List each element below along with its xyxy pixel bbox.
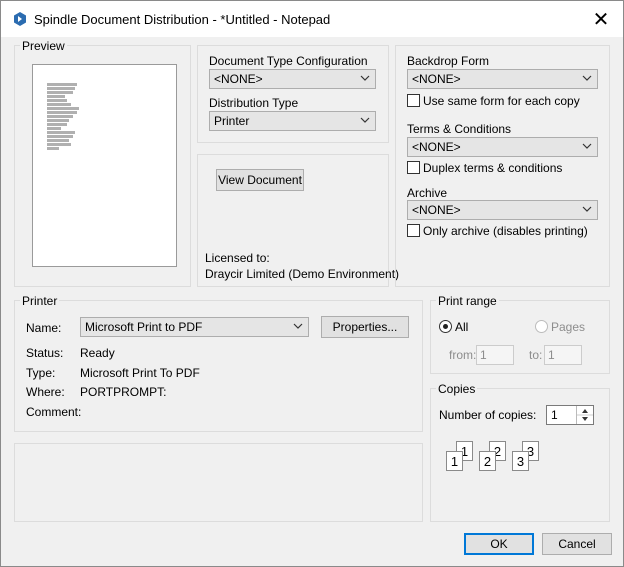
document-preview-thumbnail xyxy=(32,64,177,267)
printer-name-select[interactable]: Microsoft Print to PDF xyxy=(80,317,309,337)
print-range-group-label: Print range xyxy=(436,294,499,308)
licensed-to-label: Licensed to: xyxy=(205,251,270,265)
spin-up-down-icon xyxy=(577,409,593,421)
dialog-window: Spindle Document Distribution - *Untitle… xyxy=(0,0,624,567)
printer-group-label: Printer xyxy=(20,294,60,308)
view-document-button[interactable]: View Document xyxy=(216,169,304,191)
backdrop-form-select[interactable]: <NONE> xyxy=(407,69,598,89)
doc-type-config-value: <NONE> xyxy=(214,72,263,86)
spin-arrows[interactable] xyxy=(576,406,593,424)
doc-type-config-select[interactable]: <NONE> xyxy=(209,69,376,89)
empty-panel xyxy=(14,443,423,522)
archive-label: Archive xyxy=(407,186,448,200)
chevron-down-icon xyxy=(582,75,592,81)
from-label: from: xyxy=(449,348,477,362)
number-of-copies-label: Number of copies: xyxy=(439,408,537,422)
copies-group-label: Copies xyxy=(436,382,478,396)
archive-select[interactable]: <NONE> xyxy=(407,200,598,220)
window-title: Spindle Document Distribution - *Untitle… xyxy=(34,12,331,27)
distribution-type-value: Printer xyxy=(214,114,250,128)
printer-status-value: Ready xyxy=(80,346,115,360)
number-of-copies-input[interactable]: 1 xyxy=(546,405,594,425)
terms-label: Terms & Conditions xyxy=(407,122,512,136)
duplex-terms-label: Duplex terms & conditions xyxy=(423,161,563,175)
printer-where-value: PORTPROMPT: xyxy=(80,385,167,399)
print-range-all-radio[interactable] xyxy=(439,320,452,333)
backdrop-form-label: Backdrop Form xyxy=(407,54,490,68)
spindle-app-icon xyxy=(14,12,26,26)
printer-name-label: Name: xyxy=(26,321,62,335)
collate-sheet: 2 xyxy=(479,451,496,471)
ok-button[interactable]: OK xyxy=(464,533,534,555)
print-range-pages-label: Pages xyxy=(551,320,586,334)
to-page-input[interactable]: 1 xyxy=(544,345,582,365)
title-bar: Spindle Document Distribution - *Untitle… xyxy=(1,1,623,37)
preview-group-label: Preview xyxy=(20,39,67,53)
duplex-terms-checkbox[interactable] xyxy=(407,161,420,174)
print-range-pages-radio[interactable] xyxy=(535,320,548,333)
number-of-copies-value: 1 xyxy=(551,408,558,422)
chevron-down-icon xyxy=(582,143,592,149)
collate-sheet: 1 xyxy=(446,451,463,471)
chevron-down-icon xyxy=(360,75,370,81)
backdrop-form-value: <NONE> xyxy=(412,72,461,86)
close-button[interactable]: ✕ xyxy=(588,6,614,32)
doc-type-config-label: Document Type Configuration xyxy=(209,54,368,68)
archive-value: <NONE> xyxy=(412,203,461,217)
printer-name-value: Microsoft Print to PDF xyxy=(85,320,203,334)
printer-properties-button[interactable]: Properties... xyxy=(321,316,409,338)
print-range-group xyxy=(430,300,610,374)
cancel-button[interactable]: Cancel xyxy=(542,533,612,555)
print-range-all-label: All xyxy=(455,320,469,334)
terms-value: <NONE> xyxy=(412,140,461,154)
same-form-checkbox[interactable] xyxy=(407,94,420,107)
distribution-type-select[interactable]: Printer xyxy=(209,111,376,131)
preview-text-lines xyxy=(47,83,79,151)
collate-sheet: 3 xyxy=(512,451,529,471)
only-archive-label: Only archive (disables printing) xyxy=(423,224,588,238)
printer-status-label: Status: xyxy=(26,346,64,360)
collate-icon: 1 1 2 2 3 3 xyxy=(444,441,544,473)
chevron-down-icon xyxy=(360,117,370,123)
printer-where-label: Where: xyxy=(26,385,65,399)
same-form-label: Use same form for each copy xyxy=(423,94,580,108)
printer-type-value: Microsoft Print To PDF xyxy=(80,366,200,380)
chevron-down-icon xyxy=(293,323,303,329)
printer-type-label: Type: xyxy=(26,366,56,380)
from-page-input[interactable]: 1 xyxy=(476,345,514,365)
to-label: to: xyxy=(529,348,543,362)
close-icon: ✕ xyxy=(592,8,610,31)
terms-select[interactable]: <NONE> xyxy=(407,137,598,157)
distribution-type-label: Distribution Type xyxy=(209,96,299,110)
licensed-to-value: Draycir Limited (Demo Environment) xyxy=(205,267,400,281)
printer-comment-label: Comment: xyxy=(26,405,82,419)
chevron-down-icon xyxy=(582,206,592,212)
only-archive-checkbox[interactable] xyxy=(407,224,420,237)
